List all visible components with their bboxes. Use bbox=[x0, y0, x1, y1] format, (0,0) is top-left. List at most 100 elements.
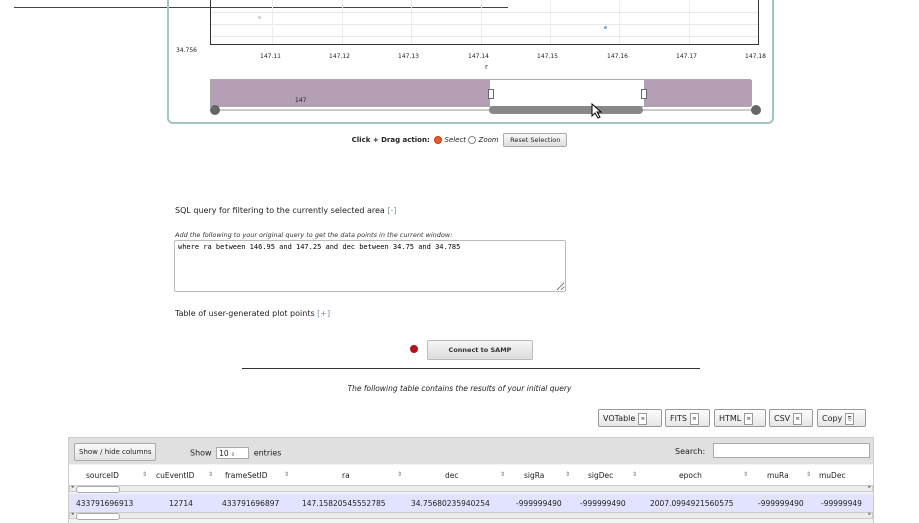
column-header-sigra[interactable]: sigRa bbox=[524, 471, 544, 480]
table-toolbar: Show / hide columns Show 10 ⇕ entries Se… bbox=[69, 438, 873, 464]
search-label: Search: bbox=[675, 447, 706, 456]
x-tick-label: 147.13 bbox=[398, 53, 419, 60]
grid-line bbox=[411, 0, 412, 44]
grid-line bbox=[211, 36, 758, 37]
results-table: Show / hide columns Show 10 ⇕ entries Se… bbox=[68, 437, 874, 523]
page-length-select[interactable]: 10 ⇕ bbox=[216, 447, 250, 459]
sort-icon[interactable]: ⇕ bbox=[397, 471, 402, 478]
column-header-framesetid[interactable]: frameSetID bbox=[225, 471, 268, 480]
y-tick-label: 34.756 bbox=[176, 47, 197, 54]
copy-label: Copy bbox=[822, 414, 843, 423]
page-length-value: 10 bbox=[219, 449, 229, 458]
drag-action-controls: Click + Drag action: Select Zoom Reset S… bbox=[0, 133, 919, 147]
navigator-handle-left[interactable] bbox=[488, 89, 494, 99]
file-icon: ≡ bbox=[793, 412, 803, 425]
grid-line bbox=[550, 0, 551, 44]
sort-icon[interactable]: ⇕ bbox=[284, 471, 289, 478]
cell-mudec: -99999949 bbox=[821, 499, 862, 508]
scrollbar-thumb[interactable] bbox=[76, 486, 120, 493]
export-csv-label: CSV bbox=[774, 414, 791, 423]
sort-icon[interactable]: ⇕ bbox=[500, 471, 505, 478]
section-divider bbox=[242, 368, 700, 369]
x-tick-label: 147.17 bbox=[676, 53, 697, 60]
navigator-mask-left bbox=[211, 80, 490, 106]
export-votable-label: VOTable bbox=[603, 414, 636, 423]
data-point bbox=[604, 26, 607, 29]
scrollbar-thumb[interactable] bbox=[76, 513, 120, 520]
column-header-mudec[interactable]: muDec bbox=[819, 471, 846, 480]
drag-action-label: Click + Drag action: bbox=[351, 136, 430, 144]
file-icon: ≡ bbox=[689, 412, 699, 425]
column-header-dec[interactable]: dec bbox=[445, 471, 459, 480]
sort-icon[interactable]: ⇕ bbox=[208, 471, 213, 478]
show-hide-columns-button[interactable]: Show / hide columns bbox=[74, 443, 157, 461]
zoom-radio-label: Zoom bbox=[478, 136, 499, 144]
reset-selection-button[interactable]: Reset Selection bbox=[503, 133, 568, 147]
export-votable-button[interactable]: VOTable ≡ bbox=[598, 409, 662, 427]
select-radio[interactable] bbox=[434, 136, 443, 144]
search-input[interactable] bbox=[713, 443, 870, 458]
select-radio-label: Select bbox=[444, 136, 467, 144]
entries-label: entries bbox=[253, 448, 282, 458]
scroll-left-icon[interactable]: ◂ bbox=[71, 511, 74, 517]
file-icon: ≡ bbox=[744, 412, 754, 425]
column-header-epoch[interactable]: epoch bbox=[679, 471, 702, 480]
export-csv-button[interactable]: CSV ≡ bbox=[769, 409, 813, 427]
grid-line bbox=[211, 24, 758, 25]
sort-icon[interactable]: ⇕ bbox=[743, 471, 748, 478]
scrollbar-right-knob[interactable] bbox=[751, 105, 761, 115]
export-fits-button[interactable]: FITS ≡ bbox=[665, 409, 710, 427]
page-length-control: Show 10 ⇕ entries bbox=[190, 447, 281, 459]
x-tick-label: 147.14 bbox=[468, 53, 489, 60]
table-header: sourceID ⇕ cuEventID ⇕ frameSetID ⇕ ra ⇕… bbox=[69, 465, 873, 486]
sql-heading-text: SQL query for filtering to the currently… bbox=[175, 206, 385, 215]
sort-icon[interactable]: ⇕ bbox=[142, 471, 147, 478]
scroll-right-icon[interactable]: ▸ bbox=[868, 511, 871, 517]
clipboard-icon: ⎘ bbox=[845, 412, 855, 425]
column-header-mura[interactable]: muRa bbox=[767, 471, 789, 480]
export-html-button[interactable]: HTML ≡ bbox=[714, 409, 766, 427]
column-header-ra[interactable]: ra bbox=[342, 471, 350, 480]
grid-line bbox=[481, 0, 482, 44]
sql-query-textarea[interactable]: where ra between 146.95 and 147.25 and d… bbox=[174, 240, 566, 292]
scrollbar-left-knob[interactable] bbox=[210, 105, 220, 115]
connect-samp-button[interactable]: Connect to SAMP bbox=[427, 340, 533, 360]
user-points-text: Table of user-generated plot points bbox=[175, 309, 315, 318]
grid-line bbox=[272, 0, 273, 44]
x-tick-label: 147.18 bbox=[745, 53, 766, 60]
cell-mura: -999999490 bbox=[758, 499, 804, 508]
navigator-scrollbar[interactable] bbox=[210, 105, 761, 115]
cell-epoch: 2007.0994921560575 bbox=[650, 499, 734, 508]
export-fits-label: FITS bbox=[670, 414, 687, 423]
zoom-radio[interactable] bbox=[468, 136, 477, 144]
copy-button[interactable]: Copy ⎘ bbox=[817, 409, 866, 427]
scroll-left-icon[interactable]: ◂ bbox=[71, 484, 74, 490]
range-navigator[interactable]: 147 bbox=[210, 79, 752, 107]
scatter-plot-area[interactable] bbox=[210, 0, 759, 45]
column-header-sigdec[interactable]: sigDec bbox=[588, 471, 613, 480]
column-header-cueventid[interactable]: cuEventID bbox=[156, 471, 194, 480]
grid-line bbox=[619, 0, 620, 44]
sort-icon[interactable]: ⇕ bbox=[806, 471, 811, 478]
cell-ra: 147.15820545552785 bbox=[302, 499, 386, 508]
navigator-tick-label: 147 bbox=[295, 97, 307, 104]
cell-dec: 34.75680235940254 bbox=[411, 499, 490, 508]
column-header-sourceid[interactable]: sourceID bbox=[86, 471, 119, 480]
user-points-toggle-link[interactable]: [+] bbox=[317, 309, 330, 318]
scrollbar-track bbox=[214, 109, 759, 111]
table-row[interactable]: 433791696913 12714 433791696897 147.1582… bbox=[69, 494, 873, 512]
export-html-label: HTML bbox=[719, 414, 742, 423]
navigator-mask-right bbox=[644, 80, 752, 106]
user-points-heading: Table of user-generated plot points [+] bbox=[175, 309, 330, 318]
sql-toggle-link[interactable]: [-] bbox=[387, 206, 396, 215]
sql-hint: Add the following to your original query… bbox=[175, 231, 453, 239]
data-point bbox=[258, 16, 261, 19]
scroll-right-icon[interactable]: ▸ bbox=[868, 484, 871, 490]
scrollbar-thumb[interactable] bbox=[489, 106, 643, 114]
header-horizontal-scrollbar[interactable]: ◂ ▸ bbox=[69, 484, 873, 493]
sort-icon[interactable]: ⇕ bbox=[565, 471, 570, 478]
sort-icon[interactable]: ⇕ bbox=[632, 471, 637, 478]
x-axis-label: r bbox=[485, 63, 488, 71]
body-horizontal-scrollbar[interactable]: ◂ ▸ bbox=[69, 511, 873, 520]
navigator-handle-right[interactable] bbox=[641, 89, 647, 99]
